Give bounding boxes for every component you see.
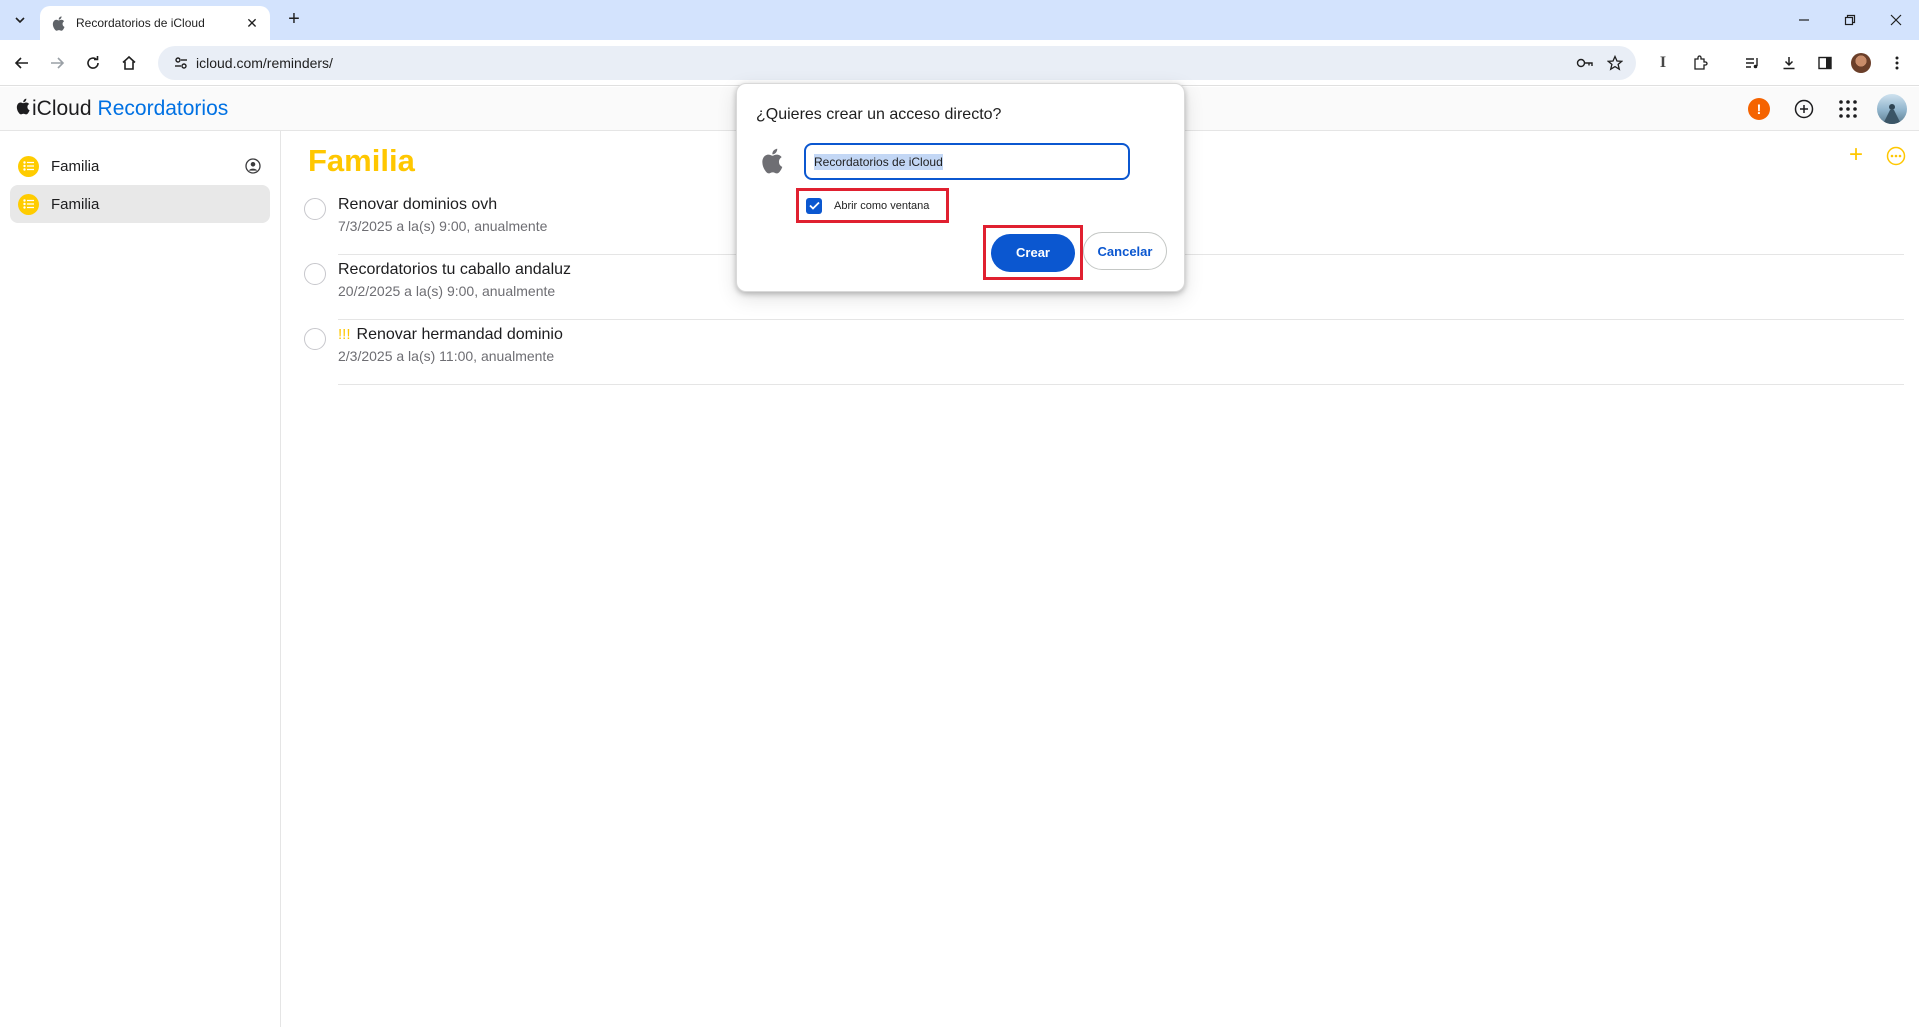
lists-sidebar: Familia Familia [0, 131, 281, 1027]
icloud-brand[interactable]: iCloud Recordatorios [16, 97, 228, 121]
sidebar-item-familia[interactable]: Familia [10, 185, 270, 223]
divider [338, 384, 1904, 385]
browser-toolbar: icloud.com/reminders/ I [0, 40, 1919, 86]
icloud-wordmark: iCloud [32, 97, 92, 120]
reminder-due: 7/3/2025 a la(s) 9:00, anualmente [338, 218, 548, 234]
reminder-title: Renovar hermandad dominio [356, 326, 563, 343]
list-item[interactable]: !!! Renovar hermandad dominio 2/3/2025 a … [304, 320, 1904, 385]
reminder-due: 2/3/2025 a la(s) 11:00, anualmente [338, 348, 555, 364]
restore-icon[interactable] [1827, 0, 1873, 40]
dialog-title: ¿Quieres crear un acceso directo? [756, 106, 1002, 123]
back-icon[interactable] [8, 49, 36, 77]
window-close-icon[interactable] [1873, 0, 1919, 40]
checkbox-label: Abrir como ventana [834, 199, 930, 212]
password-key-icon[interactable] [1570, 48, 1600, 78]
create-button[interactable]: Crear [991, 233, 1075, 272]
shared-person-icon [244, 157, 262, 175]
apple-icon [761, 148, 785, 174]
reminder-title[interactable]: Renovar dominios ovh [338, 196, 497, 214]
bookmark-star-icon[interactable] [1600, 48, 1630, 78]
complete-checkbox[interactable] [304, 328, 326, 350]
address-bar[interactable]: icloud.com/reminders/ [158, 46, 1636, 80]
sidebar-item-label: Familia [51, 157, 100, 175]
tab-title: Recordatorios de iCloud [76, 16, 205, 30]
media-control-icon[interactable] [1738, 49, 1766, 77]
new-tab-button[interactable]: + [282, 8, 306, 32]
add-circle-icon[interactable] [1791, 96, 1817, 122]
reminder-due: 20/2/2025 a la(s) 9:00, anualmente [338, 283, 556, 299]
browser-menu-icon[interactable] [1883, 49, 1911, 77]
extension-i-icon[interactable]: I [1649, 49, 1677, 77]
alert-badge[interactable]: ! [1748, 98, 1770, 120]
cancel-button[interactable]: Cancelar [1083, 232, 1167, 270]
tab-close-icon[interactable]: ✕ [244, 15, 260, 32]
add-reminder-button[interactable]: + [1845, 143, 1867, 167]
site-settings-icon[interactable] [166, 55, 196, 71]
profile-avatar[interactable] [1847, 49, 1875, 77]
forward-icon[interactable] [43, 49, 71, 77]
complete-checkbox[interactable] [304, 263, 326, 285]
shortcut-name-input[interactable]: Recordatorios de iCloud [804, 143, 1130, 180]
account-avatar[interactable] [1877, 94, 1907, 124]
side-panel-icon[interactable] [1811, 49, 1839, 77]
extensions-puzzle-icon[interactable] [1686, 49, 1714, 77]
create-button-highlight: Crear [983, 225, 1083, 280]
url-text: icloud.com/reminders/ [196, 55, 333, 71]
tab-search-icon[interactable] [8, 8, 32, 32]
more-options-icon[interactable] [1886, 146, 1908, 168]
reminder-title-row[interactable]: !!! Renovar hermandad dominio [338, 326, 563, 344]
sidebar-item-label: Familia [51, 195, 100, 213]
browser-tabstrip: Recordatorios de iCloud ✕ + [0, 0, 1919, 40]
browser-tab[interactable]: Recordatorios de iCloud ✕ [40, 6, 270, 40]
reminder-title[interactable]: Recordatorios tu caballo andaluz [338, 261, 571, 279]
list-bullet-icon [18, 193, 39, 215]
app-name: Recordatorios [97, 97, 229, 120]
open-as-window-option[interactable]: Abrir como ventana [796, 188, 949, 223]
list-title: Familia [308, 143, 415, 178]
apple-icon [50, 15, 66, 31]
reload-icon[interactable] [79, 49, 107, 77]
open-as-window-checkbox[interactable] [806, 197, 822, 214]
sidebar-item-familia-shared[interactable]: Familia [10, 147, 270, 185]
minimize-icon[interactable] [1781, 0, 1827, 40]
priority-marker: !!! [338, 326, 351, 343]
apple-logo-icon [16, 97, 30, 121]
create-shortcut-dialog: ¿Quieres crear un acceso directo? Record… [736, 83, 1185, 292]
downloads-icon[interactable] [1775, 49, 1803, 77]
app-grid-icon[interactable] [1835, 96, 1861, 122]
complete-checkbox[interactable] [304, 198, 326, 220]
list-bullet-icon [18, 155, 39, 177]
home-icon[interactable] [115, 49, 143, 77]
shortcut-name-value: Recordatorios de iCloud [814, 153, 943, 170]
